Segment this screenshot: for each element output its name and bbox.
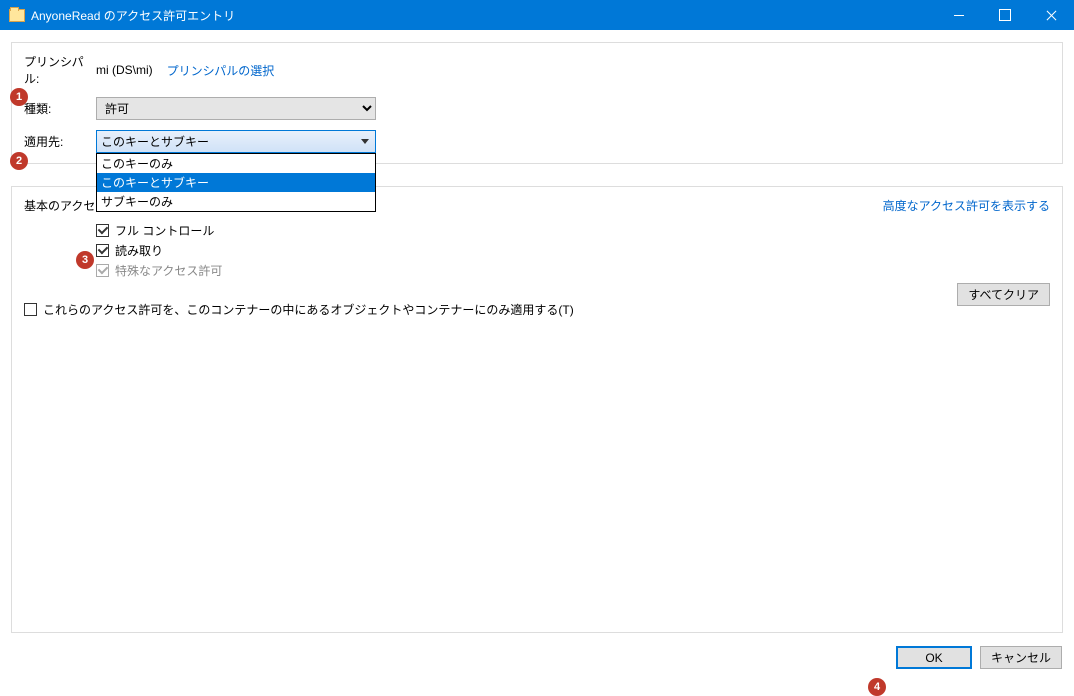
- perm-row: 特殊なアクセス許可: [96, 262, 1050, 279]
- ok-button[interactable]: OK: [896, 646, 972, 669]
- principal-value: mi (DS\mi): [96, 63, 153, 77]
- perm-label: 特殊なアクセス許可: [115, 262, 222, 279]
- checkbox-container-only[interactable]: [24, 303, 37, 316]
- title-bar: AnyoneRead のアクセス許可エントリ: [0, 0, 1074, 30]
- container-only-row: これらのアクセス許可を、このコンテナーの中にあるオブジェクトやコンテナーにのみ適…: [24, 301, 1050, 318]
- select-principal-link[interactable]: プリンシパルの選択: [167, 62, 275, 79]
- applyto-label: 適用先:: [24, 133, 96, 150]
- callout-marker: 1: [10, 88, 28, 106]
- perm-label: フル コントロール: [115, 222, 214, 239]
- principal-panel: プリンシパル: mi (DS\mi) プリンシパルの選択 種類: 許可 適用先:…: [11, 42, 1063, 164]
- applyto-option[interactable]: サブキーのみ: [97, 192, 375, 211]
- callout-marker: 2: [10, 152, 28, 170]
- checkbox-read[interactable]: [96, 244, 109, 257]
- perm-row: 読み取り: [96, 242, 1050, 259]
- type-label: 種類:: [24, 100, 96, 117]
- callout-marker: 4: [868, 678, 886, 696]
- permissions-panel: 基本のアクセス許可: 高度なアクセス許可を表示する フル コントロール 読み取り…: [11, 186, 1063, 633]
- perm-row: フル コントロール: [96, 222, 1050, 239]
- folder-icon: [9, 9, 25, 22]
- advanced-perms-link[interactable]: 高度なアクセス許可を表示する: [883, 197, 1050, 214]
- type-select[interactable]: 許可: [96, 97, 376, 120]
- applyto-option[interactable]: このキーのみ: [97, 154, 375, 173]
- clear-all-button[interactable]: すべてクリア: [957, 283, 1050, 306]
- maximize-button[interactable]: [982, 0, 1028, 30]
- principal-label: プリンシパル:: [24, 53, 96, 87]
- applyto-option[interactable]: このキーとサブキー: [97, 173, 375, 192]
- window-title: AnyoneRead のアクセス許可エントリ: [31, 7, 936, 24]
- minimize-button[interactable]: [936, 0, 982, 30]
- cancel-button[interactable]: キャンセル: [980, 646, 1062, 669]
- checkbox-fullcontrol[interactable]: [96, 224, 109, 237]
- perm-label: 読み取り: [115, 242, 163, 259]
- chevron-down-icon: [361, 139, 369, 144]
- applyto-selected: このキーとサブキー: [101, 133, 209, 150]
- callout-marker: 3: [76, 251, 94, 269]
- close-button[interactable]: [1028, 0, 1074, 30]
- applyto-select[interactable]: このキーとサブキー このキーのみ このキーとサブキー サブキーのみ: [96, 130, 376, 153]
- checkbox-special: [96, 264, 109, 277]
- applyto-dropdown: このキーのみ このキーとサブキー サブキーのみ: [96, 153, 376, 212]
- container-only-label: これらのアクセス許可を、このコンテナーの中にあるオブジェクトやコンテナーにのみ適…: [43, 301, 574, 318]
